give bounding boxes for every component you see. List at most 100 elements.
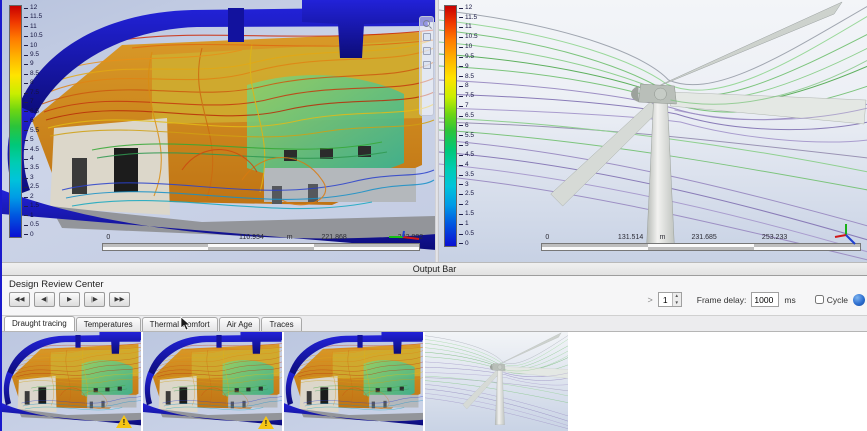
legend-tick: 0 — [458, 240, 478, 247]
legend-tick: 9 — [24, 61, 43, 68]
legend-tick: 4.5 — [458, 152, 478, 158]
ruler-label: 253.233 — [761, 234, 788, 241]
legend-tick: 5.5 — [458, 132, 478, 139]
frame-thumbnail-strip: ! ! — [2, 332, 867, 431]
legend-tick: 11.5 — [24, 14, 43, 20]
legend-tick: 10 — [24, 42, 43, 49]
legend-tick: 6.5 — [458, 112, 478, 119]
legend-tick: 4 — [24, 155, 43, 162]
play-button[interactable]: ▶ — [59, 292, 80, 307]
ruler-unit-label: m — [659, 234, 666, 241]
legend-tick: 0.5 — [458, 230, 478, 237]
output-bar[interactable]: Output Bar — [2, 262, 867, 276]
tab-air-age[interactable]: Air Age — [218, 317, 261, 331]
turbine-cfd-scene — [439, 0, 867, 262]
frame-number-spinner[interactable]: ▲ ▼ — [657, 292, 682, 307]
legend-tick: 7.5 — [458, 93, 478, 99]
color-scale-bar — [443, 5, 457, 247]
ruler-label: 110.934 — [239, 234, 264, 241]
thumbnail-frame-2[interactable]: ! — [143, 332, 284, 431]
step-forward-button[interactable]: |▶ — [84, 292, 105, 307]
help-icon[interactable] — [853, 293, 865, 306]
legend-tick: 1 — [24, 212, 43, 219]
legend-tick: 3.5 — [458, 171, 478, 178]
frame-delay-unit: ms — [784, 294, 796, 305]
legend-tick: 11 — [458, 24, 478, 31]
mouse-cursor — [180, 316, 191, 331]
zoom-tool-icon[interactable] — [422, 61, 431, 69]
office-thumb-scene — [143, 332, 284, 430]
legend-tick: 9.5 — [458, 53, 478, 60]
frame-number-input[interactable] — [658, 293, 672, 306]
legend-tick: 12 — [24, 4, 43, 11]
legend-tick: 6 — [24, 118, 43, 124]
legend-tick: 9 — [458, 63, 478, 70]
legend-tick: 1 — [458, 220, 478, 227]
legend-tick: 10.5 — [24, 33, 43, 39]
ruler-label: 131.514 — [617, 234, 644, 241]
legend-tick: 8 — [458, 83, 478, 90]
step-back-button[interactable]: ◀| — [34, 292, 55, 307]
color-scale-bar — [9, 5, 22, 238]
cycle-checkbox[interactable] — [814, 295, 824, 304]
view-toolbar[interactable] — [419, 16, 434, 116]
legend-tick: 2 — [24, 193, 43, 200]
panel-title: Design Review Center — [9, 279, 104, 290]
office-cfd-scene — [2, 0, 435, 262]
office-thumb-scene — [284, 332, 425, 430]
legend-tick: 7 — [458, 103, 478, 109]
ruler-label: 221.868 — [321, 234, 347, 241]
legend-tick: 5.5 — [24, 127, 43, 134]
frame-delay-label: Frame delay: — [696, 294, 747, 305]
legend-tick: 4 — [458, 161, 478, 168]
frame-delay-input[interactable] — [751, 292, 780, 307]
tab-draught-tracing[interactable]: Draught tracing — [4, 316, 75, 331]
jump-to-start-button[interactable]: ◀◀ — [9, 292, 30, 307]
search-icon[interactable] — [423, 20, 430, 27]
legend-tick: 3 — [24, 174, 43, 181]
office-thumb-scene — [2, 332, 143, 430]
thumbnail-frame-4[interactable] — [425, 332, 570, 431]
legend-tick: 11 — [24, 23, 43, 30]
color-legend-right: 12 11.5 11 10.5 10 9.5 9 8.5 8 7.5 7 6.5 6 5.5 5 4.5 4 3.… — [443, 4, 478, 247]
legend-tick: 5 — [24, 137, 43, 143]
legend-tick: 7 — [24, 99, 43, 106]
legend-tick: 6.5 — [24, 108, 43, 115]
legend-tick: 10 — [458, 44, 478, 50]
legend-tick: 1.5 — [458, 211, 478, 217]
jump-to-end-button[interactable]: ▶▶ — [109, 292, 130, 307]
result-tabs: Draught tracing Temperatures Thermal Com… — [2, 316, 867, 332]
thumbnail-frame-1[interactable]: ! — [2, 332, 143, 431]
legend-tick-labels: 12 11.5 11 10.5 10 9.5 9 8.5 8 7.5 7 6.5 6 5.5 5 4.5 4 3.… — [24, 4, 43, 238]
orbit-tool-icon[interactable] — [422, 47, 431, 55]
tab-traces[interactable]: Traces — [261, 317, 302, 331]
legend-tick: 6 — [458, 122, 478, 129]
color-legend-left: 12 11.5 11 10.5 10 9.5 9 8.5 8 7.5 7 6.5 6 5.5 5 4.5 4 3.… — [9, 4, 43, 238]
legend-tick: 3.5 — [24, 165, 43, 172]
legend-tick-labels: 12 11.5 11 10.5 10 9.5 9 8.5 8 7.5 7 6.5 6 5.5 5 4.5 4 3.… — [458, 4, 478, 247]
legend-tick: 9.5 — [24, 51, 43, 58]
legend-tick: 0 — [24, 231, 43, 238]
legend-tick: 4.5 — [24, 146, 43, 153]
axis-triad-icon — [389, 230, 420, 240]
legend-tick: 1.5 — [24, 203, 43, 210]
spinner-down-icon[interactable]: ▼ — [672, 299, 681, 306]
pan-tool-icon[interactable] — [422, 33, 431, 41]
thumbnail-frame-3[interactable] — [284, 332, 425, 431]
turbine-thumb-scene — [425, 332, 570, 430]
legend-tick: 11.5 — [458, 14, 478, 21]
tab-temperatures[interactable]: Temperatures — [75, 317, 141, 331]
ruler-label: 231.685 — [691, 234, 717, 241]
viewport-turbine-scene[interactable]: 12 11.5 11 10.5 10 9.5 9 8.5 8 7.5 7 6.5 6 5.5 5 4.5 4 3.… — [438, 0, 867, 262]
chevron-right-icon[interactable]: > — [648, 295, 653, 305]
legend-tick: 0.5 — [24, 222, 43, 228]
scale-ruler-right: 0 131.514 m 231.685 253.233 — [540, 234, 861, 254]
viewport-office-scene[interactable]: 12 11.5 11 10.5 10 9.5 9 8.5 8 7.5 7 6.5 6 5.5 5 4.5 4 3.… — [2, 0, 435, 262]
legend-tick: 2 — [458, 201, 478, 208]
design-review-center-panel: Design Review Center ◀◀ ◀| ▶ |▶ ▶▶ > ▲ ▼… — [2, 276, 867, 316]
legend-tick: 8.5 — [458, 73, 478, 80]
legend-tick: 2.5 — [24, 184, 43, 191]
viewport-area: 12 11.5 11 10.5 10 9.5 9 8.5 8 7.5 7 6.5 6 5.5 5 4.5 4 3.… — [2, 0, 867, 262]
legend-tick: 12 — [458, 4, 478, 11]
legend-tick: 5 — [458, 142, 478, 149]
